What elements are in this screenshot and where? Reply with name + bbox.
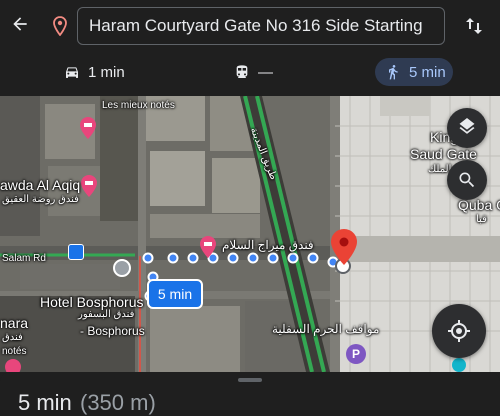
mode-drive-time: 1 min	[88, 63, 125, 81]
mode-walk-tab[interactable]: 5 min	[375, 58, 453, 86]
search-along-route-button[interactable]	[447, 160, 487, 200]
map-view[interactable]: P Les mieux notés King Saud Gate الملك a…	[0, 96, 500, 372]
layers-button[interactable]	[447, 108, 487, 148]
label-bosphorus-ar: فندق البسفور	[78, 309, 135, 320]
hotel-marker-icon[interactable]	[80, 174, 98, 198]
label-haram-parking-ar: مواقف الحرم السفلية	[272, 322, 380, 336]
label-rawda-al-aqiq: awda Al Aqiq	[0, 177, 81, 193]
mode-drive-tab[interactable]: 1 min	[64, 58, 125, 86]
route-eta-text: 5 min	[157, 286, 193, 302]
destination-pin-icon[interactable]	[330, 228, 358, 266]
sheet-drag-handle[interactable]	[238, 378, 262, 382]
hotel-marker-icon[interactable]	[79, 116, 97, 140]
route-total-time: 5 min	[18, 390, 72, 415]
label-notes: notés	[2, 346, 27, 357]
route-summary-sheet[interactable]: 5 min (350 m)	[0, 372, 500, 415]
directions-header: Haram Courtyard Gate No 316 Side Startin…	[0, 0, 500, 96]
destination-text: Haram Courtyard Gate No 316 Side Startin…	[89, 16, 423, 35]
label-bosphorus-sub: - Bosphorus	[80, 324, 145, 338]
hotel-marker-icon[interactable]	[199, 235, 217, 259]
label-rawda-ar: فندق روضة العقيق	[2, 194, 79, 205]
label-miraj-hotel-ar: فندق ميراج السلام	[222, 238, 314, 252]
label-les-mieux-notes: Les mieux notés	[102, 100, 175, 111]
train-icon	[236, 65, 248, 78]
walking-person-icon	[389, 65, 398, 80]
route-eta-badge[interactable]: 5 min	[147, 279, 203, 309]
label-manara-ar: فندق	[2, 332, 23, 343]
mode-walk-time: 5 min	[409, 63, 446, 81]
hotel-marker-icon[interactable]	[4, 358, 22, 372]
label-salam-rd: Salam Rd	[2, 253, 46, 264]
route-distance: (350 m)	[80, 390, 156, 415]
search-icon	[459, 172, 475, 188]
my-location-button[interactable]	[432, 304, 486, 358]
bus-stop-icon[interactable]	[68, 244, 84, 260]
label-hotel-bosphorus: Hotel Bosphorus	[40, 294, 144, 310]
car-icon	[66, 67, 78, 78]
my-location-icon	[448, 320, 470, 342]
label-quba-ar: قبا	[476, 214, 487, 225]
label-manara: nara	[0, 315, 29, 331]
back-button[interactable]	[8, 12, 32, 36]
swap-vertical-icon[interactable]	[462, 14, 486, 38]
poi-marker-icon[interactable]	[452, 358, 466, 372]
mode-transit-time: —	[258, 63, 273, 81]
parking-icon[interactable]: P	[346, 344, 366, 364]
mode-transit-tab[interactable]: —	[234, 58, 273, 86]
destination-field[interactable]: Haram Courtyard Gate No 316 Side Startin…	[77, 7, 445, 45]
back-arrow-icon	[13, 17, 27, 31]
location-pin-icon	[53, 16, 67, 36]
layers-icon	[459, 118, 475, 134]
